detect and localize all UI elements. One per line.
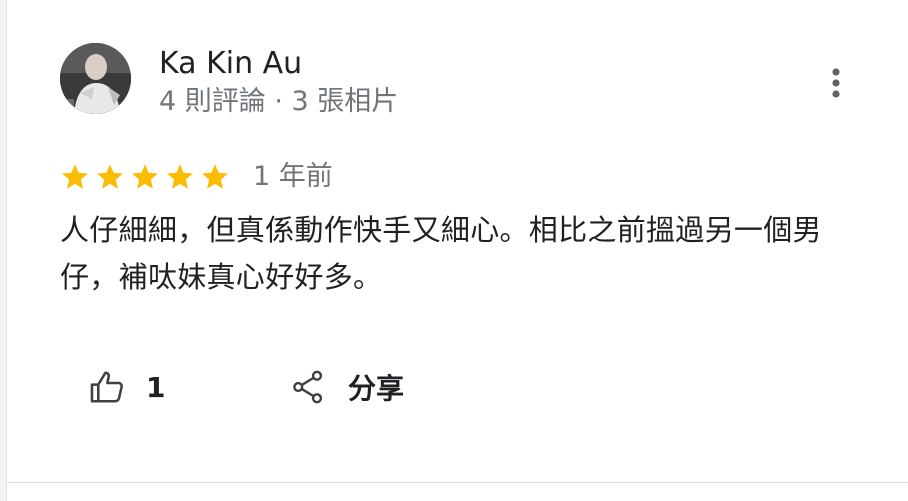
star-rating: [60, 159, 235, 195]
like-button[interactable]: 1: [88, 364, 165, 410]
star-icon: [97, 164, 123, 189]
left-divider: [0, 0, 7, 501]
share-label: 分享: [348, 372, 405, 405]
author-name[interactable]: Ka Kin Au: [159, 45, 302, 83]
star-icon: [132, 164, 158, 189]
share-icon: [293, 370, 323, 404]
more-vert-icon: [832, 68, 840, 98]
review-card: Ka Kin Au 4 則評論 · 3 張相片 1 年前 人仔細細，但真係動作快…: [0, 0, 908, 501]
like-count: 1: [146, 370, 166, 404]
thumbs-up-icon: [90, 371, 123, 403]
avatar-photo: [60, 43, 131, 114]
review-date: 1 年前: [253, 161, 333, 192]
star-icon: [167, 164, 193, 189]
author-stats: 4 則評論 · 3 張相片: [159, 86, 399, 117]
more-options-button[interactable]: [818, 62, 854, 104]
share-button[interactable]: 分享: [290, 364, 404, 410]
star-icon: [62, 164, 88, 189]
star-icon: [202, 164, 228, 189]
avatar[interactable]: [60, 43, 131, 114]
bottom-divider: [6, 482, 908, 483]
review-text: 人仔細細，但真係動作快手又細心。相比之前搵過另一個男仔，補呔妹真心好好多。: [60, 213, 822, 294]
